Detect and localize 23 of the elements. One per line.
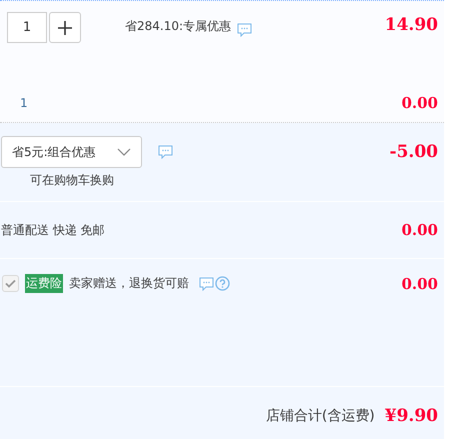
discount-dropdown[interactable]: 省5元:组合优惠	[1, 136, 142, 168]
promo-text: 省284.10:专属优惠	[125, 18, 232, 35]
quantity-field[interactable]: 1	[7, 12, 47, 43]
insurance-text: 卖家赠送，退换货可赔	[69, 275, 189, 292]
store-total: ¥9.90	[384, 406, 438, 426]
check-icon	[5, 279, 16, 288]
subtotal: 0.00	[401, 94, 438, 112]
price: 14.90	[384, 15, 438, 35]
item-count: 1	[20, 96, 28, 110]
store-total-label: 店铺合计(含运费)	[266, 407, 375, 425]
insurance-fee: 0.00	[401, 274, 438, 292]
chat-icon[interactable]	[237, 23, 252, 37]
chat-icon[interactable]	[199, 276, 214, 290]
chevron-down-icon	[117, 148, 131, 156]
plus-icon	[57, 20, 73, 36]
discount-amount: -5.00	[390, 142, 438, 162]
insurance-badge: 运费险	[25, 274, 63, 293]
chat-icon[interactable]	[158, 145, 173, 159]
shipping-fee: 0.00	[401, 221, 438, 239]
exchange-note: 可在购物车换购	[30, 172, 114, 189]
help-icon[interactable]	[215, 276, 230, 291]
increase-button[interactable]	[49, 12, 81, 43]
shipping-method: 普通配送 快递 免邮	[1, 222, 105, 238]
